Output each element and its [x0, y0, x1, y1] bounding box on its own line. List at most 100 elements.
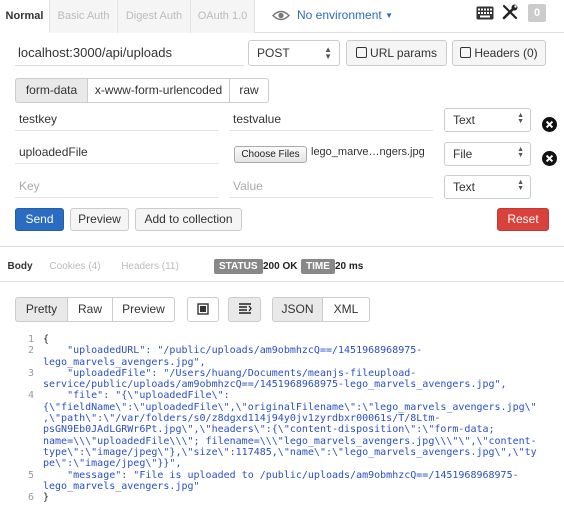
- fullscreen-icon: [197, 303, 209, 315]
- code-text: "uploadedFile": "/Users/huang/Documents/…: [43, 367, 417, 379]
- tab-normal[interactable]: Normal: [0, 0, 50, 33]
- code-line: ,\"path\":\"/var/folders/s0/z8dgxd114j94…: [0, 413, 564, 424]
- status-value: 200 OK: [263, 261, 298, 272]
- code-line: lego_marvels_avengers.jpg": [0, 481, 564, 492]
- url-params-label: URL params: [370, 46, 437, 60]
- type-label: Text: [453, 180, 476, 194]
- tab-raw[interactable]: raw: [229, 78, 269, 103]
- code-line: lego_marvels_avengers.jpg",: [0, 357, 564, 368]
- choose-files-button[interactable]: Choose Files: [234, 146, 307, 163]
- divider: [0, 246, 564, 247]
- code-text: ,\"path\":\"/var/folders/s0/z8dgxd114j94…: [43, 413, 441, 425]
- keyboard-icon[interactable]: [476, 6, 494, 20]
- send-button[interactable]: Send: [15, 208, 64, 231]
- select-arrows-icon: ▲ ▼: [517, 112, 524, 125]
- select-arrows-icon: ▲ ▼: [517, 146, 524, 159]
- code-line: pe\":\"image/jpeg\"}}",: [0, 458, 564, 469]
- tab-x-www-form-urlencoded[interactable]: x-www-form-urlencoded: [87, 78, 230, 103]
- code-line: {\"fieldName\":\"uploadedFile\",\"origin…: [0, 402, 564, 413]
- chevron-down-icon: ▼: [385, 11, 393, 20]
- tab-basic-auth[interactable]: Basic Auth: [50, 0, 118, 33]
- time-label: TIME: [301, 259, 335, 274]
- line-number: 1: [27, 334, 34, 345]
- headers-label: Headers (0): [474, 46, 538, 60]
- type-select[interactable]: Text ▲ ▼: [444, 175, 531, 199]
- tab-response-body[interactable]: Body: [0, 253, 40, 281]
- tab-cookies[interactable]: Cookies (4): [40, 253, 110, 281]
- code-line: 6}: [0, 492, 564, 503]
- code-text: lego_marvels_avengers.jpg",: [43, 356, 206, 368]
- edit-icon: [460, 47, 472, 58]
- url-params-button[interactable]: URL params: [346, 40, 447, 66]
- tools-icon[interactable]: [502, 4, 518, 20]
- line-number: 4: [27, 390, 34, 402]
- environment-select[interactable]: No environment ▼: [297, 8, 393, 22]
- remove-row-icon[interactable]: [542, 117, 557, 132]
- format-json-button[interactable]: JSON: [272, 297, 323, 322]
- time-value: 20 ms: [335, 261, 364, 272]
- count-badge: 0: [528, 4, 546, 22]
- value-field[interactable]: Value: [229, 176, 433, 198]
- code-line: service/public/uploads/am9obmhzcQ==/1451…: [0, 379, 564, 390]
- file-name: lego_marve…ngers.jpg: [311, 146, 425, 158]
- add-to-collection-button[interactable]: Add to collection: [135, 208, 242, 231]
- tab-response-headers[interactable]: Headers (11): [110, 253, 190, 281]
- code-text: type\":\"image/jpeg\"},\"size\":117485,\…: [43, 446, 537, 458]
- code-line: 3 "uploadedFile": "/Users/huang/Document…: [0, 368, 564, 379]
- code-line: name=\\\"uploadedFile\\\"; filename=\\\"…: [0, 436, 564, 447]
- type-select[interactable]: File ▲ ▼: [444, 142, 531, 166]
- method-label: POST: [257, 46, 290, 60]
- eye-icon[interactable]: [272, 9, 290, 22]
- url-input[interactable]: [15, 40, 244, 66]
- wrap-lines-button[interactable]: [228, 297, 261, 322]
- code-line: 5 "message": "File is uploaded to /publi…: [0, 470, 564, 481]
- key-field[interactable]: uploadedFile: [15, 142, 219, 164]
- tab-digest-auth[interactable]: Digest Auth: [118, 0, 191, 33]
- code-text: {\"fieldName\":\"uploadedFile\",\"origin…: [43, 401, 537, 413]
- code-line: psGN9Eb0JAdLGRWr6Pt.jpg\",\"headers\":{\…: [0, 424, 564, 435]
- code-text: "uploadedURL": "/public/uploads/am9obmhz…: [43, 345, 423, 357]
- code-line: 4 "file": "{\"uploadedFile\":: [0, 390, 564, 401]
- code-text: psGN9Eb0JAdLGRWr6Pt.jpg\",\"headers\":{\…: [43, 424, 495, 436]
- tab-form-data[interactable]: form-data: [15, 78, 88, 103]
- preview-button[interactable]: Preview: [70, 208, 129, 231]
- status-label: STATUS: [214, 259, 263, 274]
- type-label: File: [453, 147, 473, 161]
- code-line: 2 "uploadedURL": "/public/uploads/am9obm…: [0, 345, 564, 356]
- key-field[interactable]: testkey: [15, 109, 219, 131]
- wrap-lines-icon: [238, 303, 252, 314]
- divider: [0, 281, 564, 282]
- line-number: 6: [27, 492, 34, 504]
- value-field[interactable]: testvalue: [229, 109, 433, 131]
- code-line: 1{: [0, 334, 564, 345]
- type-label: Text: [453, 113, 476, 127]
- line-number: 3: [27, 367, 34, 379]
- code-text: lego_marvels_avengers.jpg": [43, 480, 200, 492]
- format-xml-button[interactable]: XML: [322, 297, 370, 322]
- code-text: pe\":\"image/jpeg\"}}",: [43, 458, 182, 470]
- code-line: type\":\"image/jpeg\"},\"size\":117485,\…: [0, 447, 564, 458]
- view-preview-button[interactable]: Preview: [112, 297, 175, 322]
- code-text: name=\\\"uploadedFile\\\"; filename=\\\"…: [43, 435, 537, 447]
- view-pretty-button[interactable]: Pretty: [15, 297, 68, 322]
- environment-label: No environment: [297, 8, 382, 22]
- select-arrows-icon: ▲ ▼: [324, 45, 332, 61]
- remove-row-icon[interactable]: [542, 151, 557, 166]
- code-text: }: [43, 492, 50, 504]
- view-raw-button[interactable]: Raw: [67, 297, 113, 322]
- auth-tab-bar: Normal Basic Auth Digest Auth OAuth 1.0 …: [0, 0, 564, 33]
- response-body: 1{2 "uploadedURL": "/public/uploads/am9o…: [0, 334, 564, 503]
- select-arrows-icon: ▲ ▼: [517, 179, 524, 192]
- line-number: 2: [27, 345, 34, 357]
- headers-button[interactable]: Headers (0): [452, 40, 546, 66]
- method-select[interactable]: POST ▲ ▼: [248, 40, 340, 66]
- line-number: 5: [27, 469, 34, 481]
- reset-button[interactable]: Reset: [497, 208, 549, 231]
- key-field[interactable]: Key: [15, 176, 219, 198]
- code-text: {: [43, 334, 50, 345]
- tab-oauth[interactable]: OAuth 1.0: [191, 0, 255, 33]
- code-text: service/public/uploads/am9obmhzcQ==/1451…: [43, 379, 507, 391]
- fullscreen-button[interactable]: [187, 297, 219, 322]
- code-text: "file": "{\"uploadedFile\":: [43, 390, 230, 402]
- type-select[interactable]: Text ▲ ▼: [444, 108, 531, 132]
